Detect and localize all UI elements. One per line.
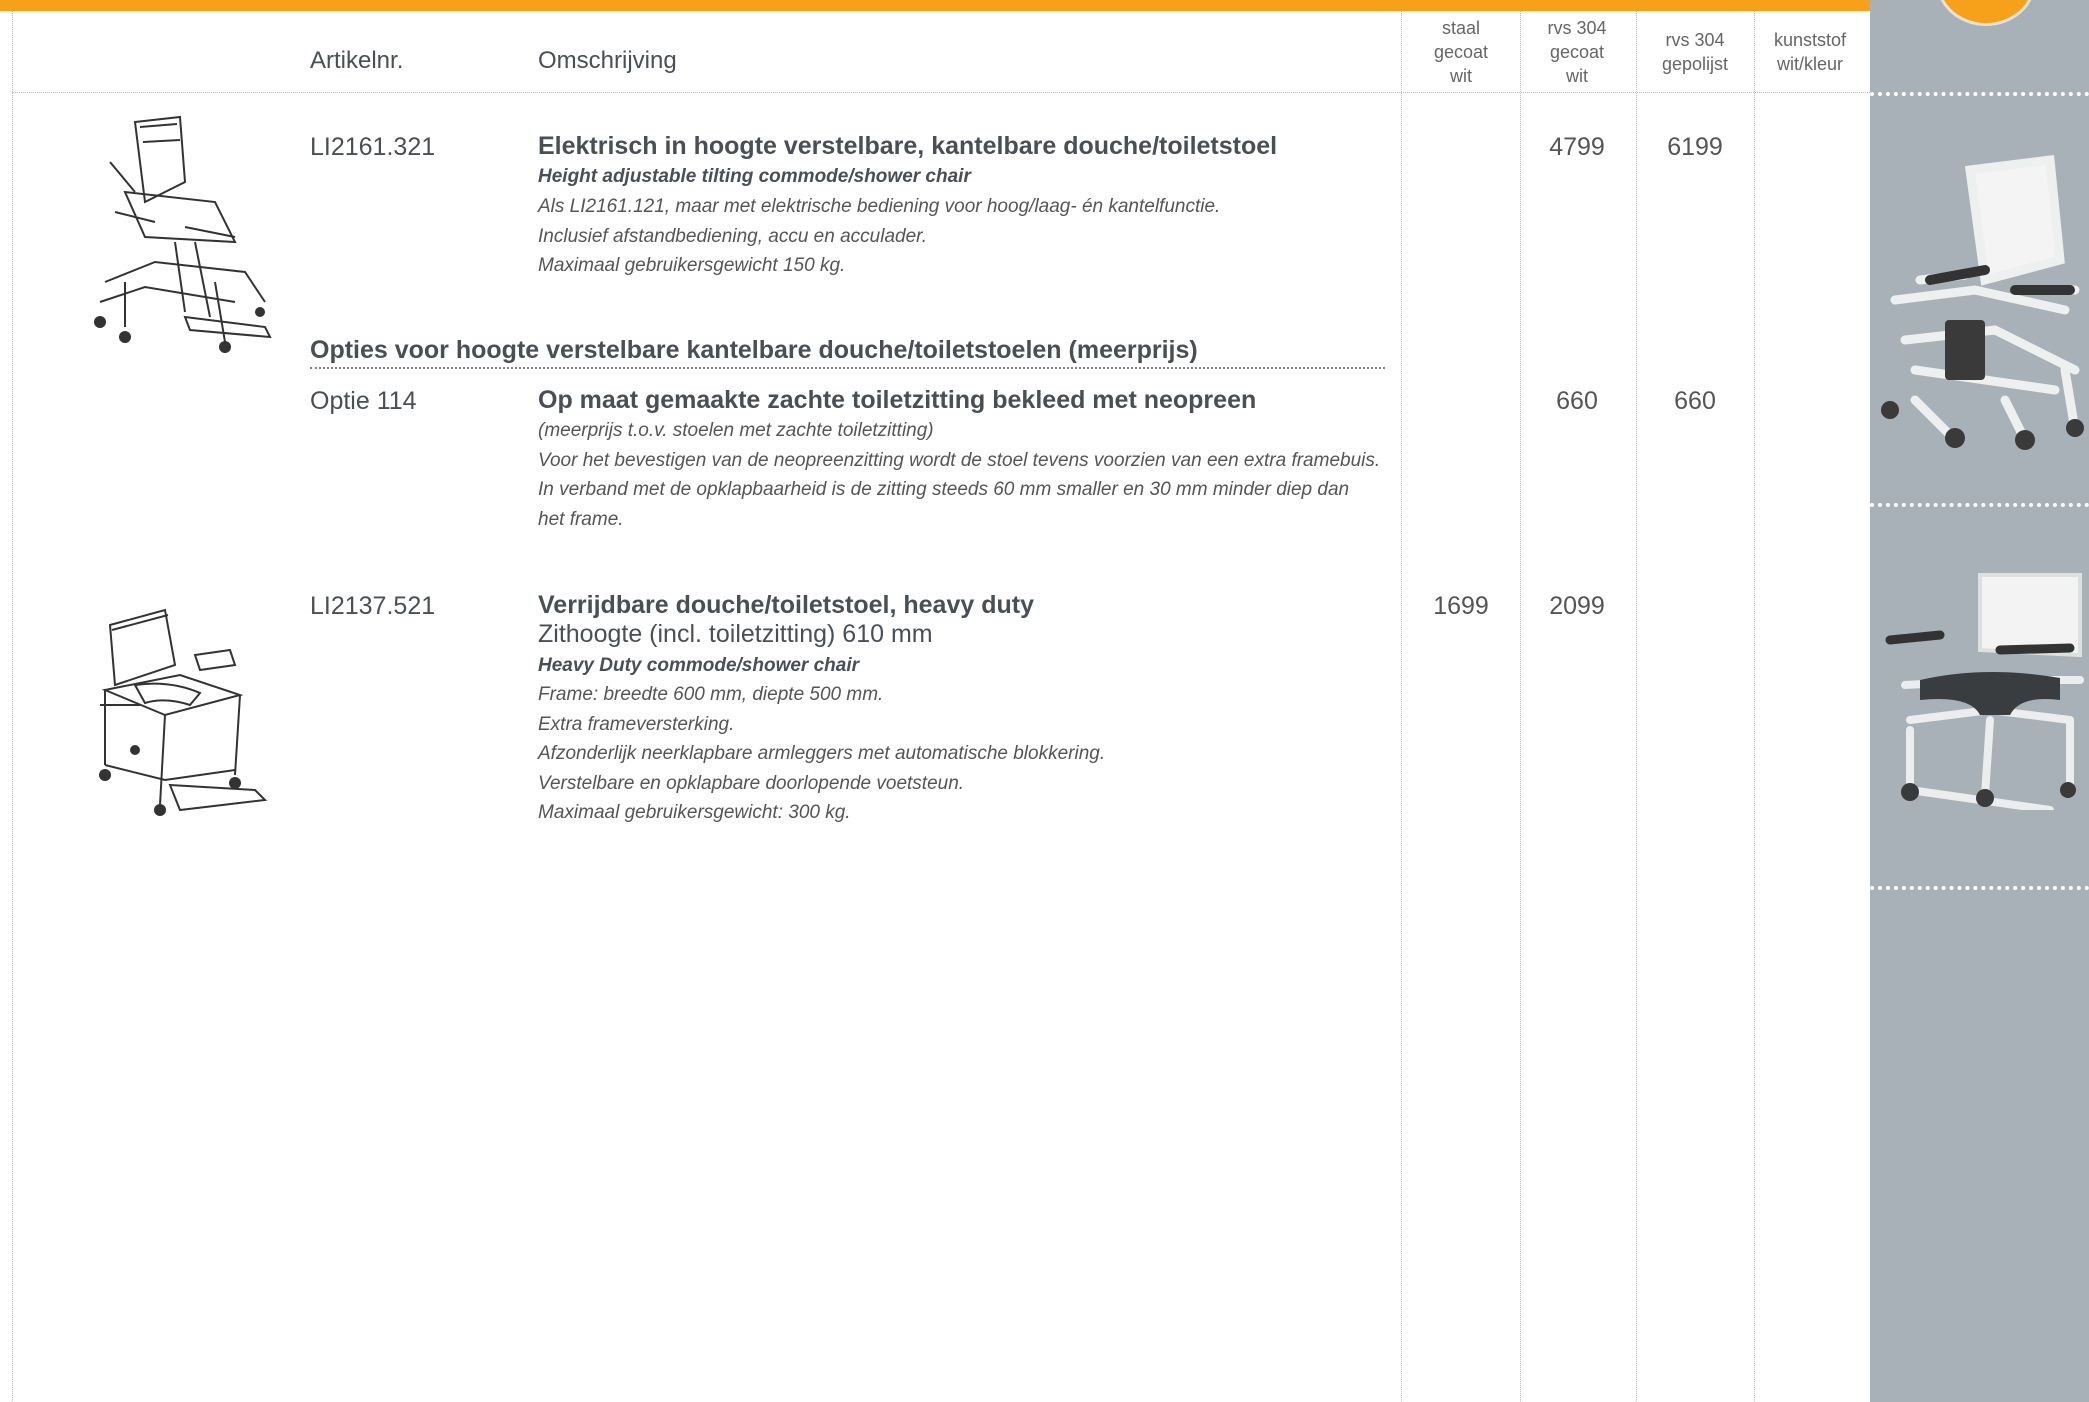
product-title: Op maat gemaakte zachte toiletzitting be… — [538, 386, 1257, 414]
artikelnr-header: Artikelnr. — [310, 47, 404, 74]
heavy-duty-chair-photo — [1885, 573, 2084, 810]
column-header-line: wit — [1450, 66, 1472, 86]
description-line: Als LI2161.121, maar met elektrische bed… — [538, 196, 1221, 217]
description-line: Verstelbare en opklapbare doorlopende vo… — [538, 772, 965, 794]
side-divider — [1870, 886, 2089, 890]
product-title: Elektrisch in hoogte verstelbare, kantel… — [538, 132, 1278, 160]
column-divider — [1636, 11, 1637, 1402]
product-description: Frame: breedte 600 mm, diepte 500 mm. Ex… — [538, 680, 1378, 828]
column-header-kunststof: kunststof wit/kleur — [1751, 28, 1869, 76]
price-rvs-gecoat: 4799 — [1549, 133, 1605, 161]
description-line: Maximaal gebruikersgewicht: 300 kg. — [538, 802, 851, 823]
description-line: Afzonderlijk neerklapbare armleggers met… — [538, 743, 1106, 764]
product-english-title: Heavy Duty commode/shower chair — [538, 655, 859, 676]
product-title: Verrijdbare douche/toiletstoel, heavy du… — [538, 591, 1034, 619]
description-line: (meerprijs t.o.v. stoelen met zachte toi… — [538, 420, 934, 441]
heavy-duty-chair-sketch — [99, 608, 268, 816]
column-header-line: gecoat — [1549, 42, 1605, 62]
column-header-rvs-gepolijst: rvs 304 gepolijst — [1636, 28, 1754, 76]
column-header-rvs-gecoat: rvs 304 gecoat wit — [1518, 16, 1636, 88]
price-rvs-gepolijst: 660 — [1674, 387, 1716, 415]
section-divider — [310, 367, 1385, 369]
side-divider — [1870, 503, 2089, 507]
side-divider — [1870, 92, 2089, 96]
price-rvs-gecoat: 660 — [1556, 387, 1598, 415]
omschrijving-header: Omschrijving — [538, 47, 677, 74]
product-english-title: Height adjustable tilting commode/shower… — [538, 166, 971, 187]
column-header-staal: staal gecoat wit — [1402, 16, 1520, 88]
description-line: In verband met de opklapbaarheid is de z… — [538, 479, 1350, 500]
column-header-line: wit/kleur — [1776, 54, 1843, 74]
article-number: LI2161.321 — [310, 133, 436, 161]
description-line: Maximaal gebruikersgewicht 150 kg. — [538, 255, 846, 276]
price-staal: 1699 — [1433, 592, 1489, 620]
description-line: het frame. — [538, 508, 624, 530]
description-line: Voor het bevestigen van de neopreenzitti… — [538, 449, 1381, 471]
price-rvs-gepolijst: 6199 — [1667, 133, 1723, 161]
header-divider — [12, 92, 1870, 93]
description-line: Inclusief afstandbediening, accu en accu… — [538, 225, 928, 247]
column-header-line: gepolijst — [1661, 54, 1729, 74]
tilting-chair-photo — [1881, 154, 2084, 450]
options-section-title: Opties voor hoogte verstelbare kantelbar… — [310, 336, 1198, 364]
top-accent-bar — [0, 0, 1870, 11]
column-divider — [1520, 11, 1521, 1402]
tilting-chair-sketch — [94, 115, 272, 353]
description-line: Frame: breedte 600 mm, diepte 500 mm. — [538, 684, 884, 705]
column-divider — [12, 11, 13, 1402]
product-subtitle: Zithoogte (incl. toiletzitting) 610 mm — [538, 620, 933, 648]
price-rvs-gecoat: 2099 — [1549, 592, 1605, 620]
column-header-line: staal — [1441, 18, 1481, 38]
column-header-line: kunststof — [1773, 30, 1847, 50]
column-divider — [1401, 11, 1402, 1402]
product-description: Als LI2161.121, maar met elektrische bed… — [538, 192, 1378, 281]
article-number: LI2137.521 — [310, 592, 436, 620]
column-divider — [1754, 11, 1755, 1402]
column-header-line: gecoat — [1433, 42, 1489, 62]
article-number: Optie 114 — [310, 387, 417, 415]
description-line: Extra frameversterking. — [538, 713, 735, 735]
column-header-line: rvs 304 — [1665, 30, 1725, 50]
column-header-line: wit — [1566, 66, 1588, 86]
product-description: (meerprijs t.o.v. stoelen met zachte toi… — [538, 416, 1381, 534]
column-header-line: rvs 304 — [1547, 18, 1607, 38]
